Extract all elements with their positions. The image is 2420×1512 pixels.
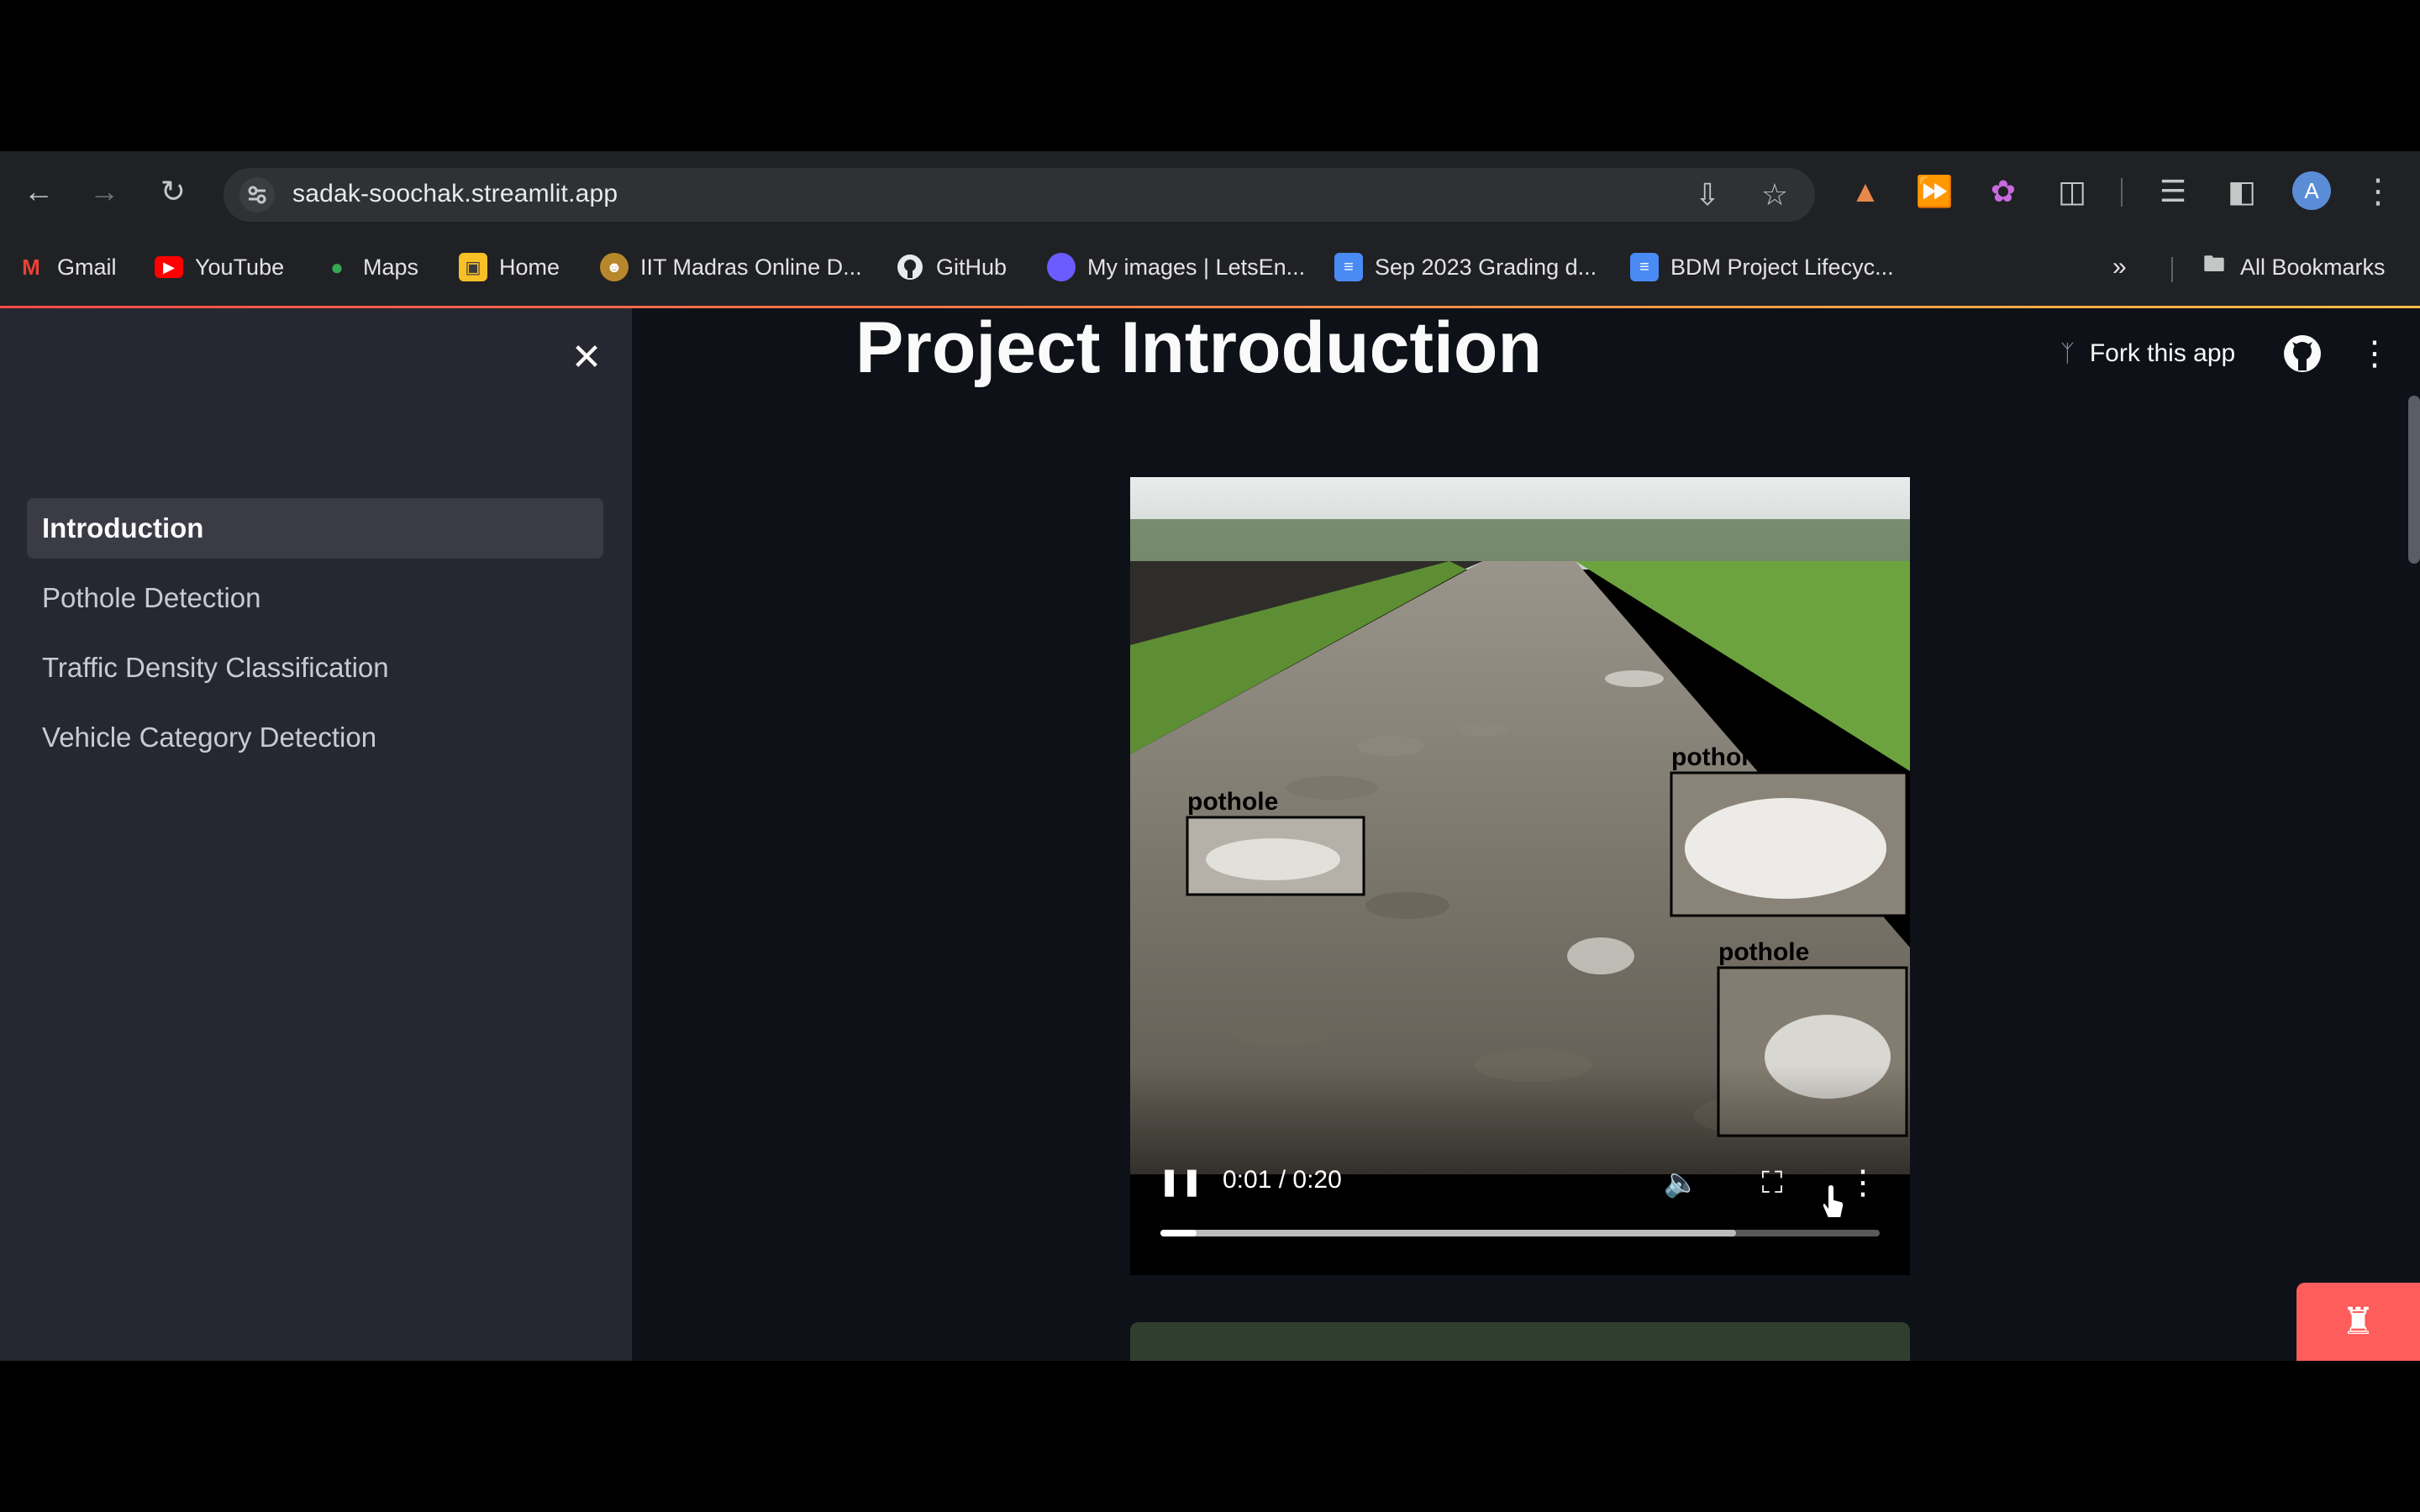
- sidebar-item-vehicle-category[interactable]: Vehicle Category Detection: [27, 707, 603, 768]
- streamlit-app: ✕ Introduction Pothole Detection Traffic…: [0, 308, 2420, 1361]
- video-controls: ❚❚ 0:01 / 0:20 🔈 ⛶ ⋮: [1130, 1132, 1910, 1275]
- forward-icon[interactable]: →: [84, 171, 124, 212]
- bookmark-bdm-doc[interactable]: ≡ BDM Project Lifecyc...: [1630, 249, 1894, 286]
- url-text[interactable]: sadak-soochak.streamlit.app: [292, 180, 618, 208]
- bookmark-label: BDM Project Lifecyc...: [1670, 254, 1894, 280]
- metamask-extension-icon[interactable]: ▲: [1845, 171, 1886, 212]
- all-bookmarks-label: All Bookmarks: [2240, 254, 2386, 280]
- fork-app-button[interactable]: ᛉ Fork this app: [2060, 332, 2235, 375]
- install-app-icon[interactable]: ⇩: [1687, 175, 1728, 215]
- video-played-bar: [1160, 1230, 1197, 1236]
- bookmark-label: GitHub: [936, 254, 1007, 280]
- bookmark-star-icon[interactable]: ☆: [1754, 175, 1795, 215]
- detection-label: pothole: [1671, 743, 1762, 771]
- hand-cursor-icon: [1821, 1184, 1845, 1219]
- bookmark-label: Home: [499, 254, 560, 280]
- bookmark-label: YouTube: [195, 254, 285, 280]
- bookmark-label: Sep 2023 Grading d...: [1375, 254, 1597, 280]
- fork-icon: ᛉ: [2060, 340, 2075, 366]
- video-time: 0:01 / 0:20: [1223, 1166, 1342, 1194]
- reload-icon[interactable]: ↻: [153, 171, 193, 212]
- bookmark-label: My images | LetsEn...: [1087, 254, 1306, 280]
- folder-icon: 🖿: [2202, 251, 2225, 276]
- bookmark-label: Maps: [363, 254, 419, 280]
- sidebar-item-label: Vehicle Category Detection: [42, 722, 377, 753]
- profile-avatar[interactable]: A: [2292, 171, 2331, 210]
- bookmark-home[interactable]: ▣ Home: [459, 249, 560, 286]
- pause-icon[interactable]: ❚❚: [1157, 1158, 1204, 1205]
- bookmark-letsenhance[interactable]: My images | LetsEn...: [1047, 249, 1305, 286]
- maps-icon: ●: [330, 254, 344, 280]
- streamlit-crown-badge[interactable]: ♜: [2296, 1283, 2420, 1361]
- page-title: Project Introduction: [855, 308, 1542, 388]
- media-controls-icon[interactable]: ☰: [2153, 171, 2193, 212]
- address-bar[interactable]: sadak-soochak.streamlit.app ⇩ ☆: [224, 168, 1815, 222]
- fork-label: Fork this app: [2089, 339, 2236, 367]
- detection-label: pothole: [1718, 938, 1809, 966]
- bookmark-label: Gmail: [57, 254, 117, 280]
- video-progress-bar[interactable]: [1160, 1230, 1880, 1236]
- bookmark-iitm[interactable]: ☻ IIT Madras Online D...: [600, 249, 862, 286]
- main-content: Project Introduction ᛉ Fork this app ⋮ p…: [632, 308, 2420, 1361]
- close-sidebar-icon[interactable]: ✕: [563, 333, 610, 381]
- info-box: [1130, 1322, 1910, 1361]
- bookmark-github[interactable]: GitHub: [896, 249, 1007, 286]
- sidebar-item-label: Traffic Density Classification: [42, 652, 389, 683]
- sidebar: ✕ Introduction Pothole Detection Traffic…: [0, 308, 632, 1361]
- video-options-icon[interactable]: ⋮: [1841, 1161, 1885, 1205]
- video-buffered-bar: [1160, 1230, 1736, 1236]
- gmail-icon: M: [22, 254, 40, 280]
- sidebar-item-introduction[interactable]: Introduction: [27, 498, 603, 559]
- browser-toolbar: ← → ↻ sadak-soochak.streamlit.app ⇩ ☆ ▲ …: [0, 151, 2420, 232]
- scrollbar[interactable]: [2408, 396, 2420, 564]
- github-icon: [896, 253, 924, 281]
- all-bookmarks-button[interactable]: 🖿 All Bookmarks: [2200, 249, 2386, 286]
- docs-icon: ≡: [1630, 253, 1659, 281]
- bookmark-gmail[interactable]: M Gmail: [17, 249, 117, 286]
- volume-icon[interactable]: 🔈: [1660, 1161, 1703, 1205]
- video-player[interactable]: pothole pothole pothole ❚❚ 0:01 / 0:20 🔈…: [1130, 477, 1910, 1275]
- bookmark-maps[interactable]: ● Maps: [323, 249, 418, 286]
- sidebar-item-label: Pothole Detection: [42, 582, 261, 613]
- iitm-icon: ☻: [600, 253, 629, 281]
- bookmarks-divider: [2171, 257, 2173, 282]
- sidebar-item-label: Introduction: [42, 512, 204, 543]
- letsenhance-icon: [1047, 253, 1076, 281]
- github-icon[interactable]: [2281, 332, 2324, 375]
- browser-menu-icon[interactable]: ⋮: [2358, 171, 2398, 212]
- more-bookmarks-icon[interactable]: »: [2112, 249, 2127, 286]
- color-picker-extension-icon[interactable]: ✿: [1983, 171, 2023, 212]
- browser-chrome: ← → ↻ sadak-soochak.streamlit.app ⇩ ☆ ▲ …: [0, 151, 2420, 308]
- home-icon: ▣: [459, 253, 487, 281]
- bookmark-label: IIT Madras Online D...: [640, 254, 862, 280]
- toolbar-divider: [2121, 178, 2123, 207]
- main-menu-icon[interactable]: ⋮: [2358, 332, 2391, 375]
- extensions-icon[interactable]: ◫: [2052, 171, 2092, 212]
- side-panel-icon[interactable]: ◧: [2222, 171, 2262, 212]
- bookmark-grading-doc[interactable]: ≡ Sep 2023 Grading d...: [1334, 249, 1597, 286]
- site-info-icon[interactable]: [239, 176, 276, 213]
- fullscreen-icon[interactable]: ⛶: [1750, 1161, 1794, 1205]
- sidebar-item-pothole-detection[interactable]: Pothole Detection: [27, 568, 603, 628]
- back-icon[interactable]: ←: [18, 171, 59, 212]
- sidebar-item-traffic-density[interactable]: Traffic Density Classification: [27, 638, 603, 698]
- fast-forward-extension-icon[interactable]: ⏩: [1914, 171, 1954, 212]
- bookmarks-bar: M Gmail ▶ YouTube ● Maps ▣ Home ☻ IIT Ma…: [0, 232, 2420, 306]
- bookmark-youtube[interactable]: ▶ YouTube: [155, 249, 284, 286]
- detection-label: pothole: [1187, 788, 1278, 816]
- docs-icon: ≡: [1334, 253, 1363, 281]
- youtube-icon: ▶: [155, 256, 183, 278]
